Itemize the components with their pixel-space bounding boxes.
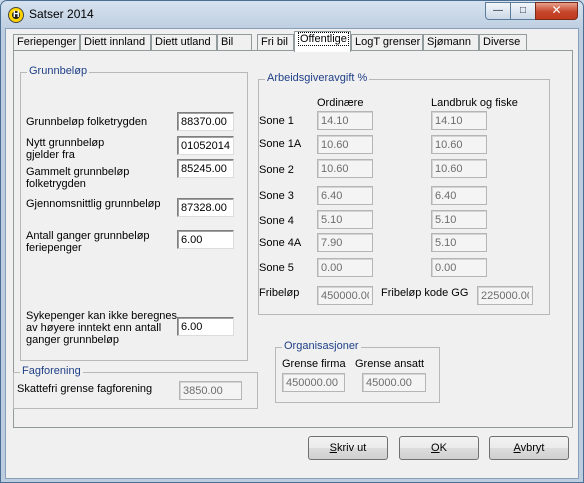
landbruk-column-header: Landbruk og fiske bbox=[431, 97, 518, 109]
tab-feriepenger[interactable]: Feriepenger bbox=[13, 34, 80, 51]
tab-label: Offentlige bbox=[298, 32, 349, 46]
fribelop-field bbox=[317, 286, 373, 305]
sone-5-landbruk-field bbox=[431, 258, 487, 277]
maximize-button[interactable]: □ bbox=[510, 2, 536, 20]
avbryt-button[interactable]: Avbryt bbox=[489, 436, 569, 460]
tab-label: Diett utland bbox=[155, 36, 211, 48]
gammelt-grunnbelop-field[interactable] bbox=[177, 159, 234, 178]
dialog-client-area: Feriepenger Diett innland Diett utland B… bbox=[5, 28, 579, 479]
sykepenger-field[interactable] bbox=[177, 317, 234, 336]
sone-5-ordinaere-field bbox=[317, 258, 373, 277]
antall-ganger-feriepenger-label: Antall ganger grunnbeløp feriepenger bbox=[26, 230, 150, 254]
sone-3-landbruk-field bbox=[431, 186, 487, 205]
nytt-grunnbelop-field[interactable] bbox=[177, 136, 234, 155]
app-window: H Satser 2014 — □ ✕ Feriepenger Diett in… bbox=[0, 0, 584, 483]
arbeidsgiveravgift-group: Arbeidsgiveravgift % Ordinære Landbruk o… bbox=[258, 72, 550, 315]
grunnbelop-group-title: Grunnbeløp bbox=[27, 65, 90, 77]
close-button[interactable]: ✕ bbox=[535, 2, 578, 20]
tab-label: Diverse bbox=[483, 36, 521, 48]
fagforening-group: Fagforening Skattefri grense fagforening bbox=[13, 365, 258, 409]
ok-label: K bbox=[439, 442, 447, 454]
tab-label: Bil bbox=[221, 36, 234, 48]
antall-ganger-feriepenger-field[interactable] bbox=[177, 230, 234, 249]
close-icon: ✕ bbox=[551, 3, 562, 17]
sone-2-label: Sone 2 bbox=[259, 164, 294, 176]
tab-strip: Feriepenger Diett innland Diett utland B… bbox=[13, 31, 573, 52]
fribelop-gg-field bbox=[477, 286, 533, 305]
ok-button[interactable]: OK bbox=[399, 436, 479, 460]
maximize-icon: □ bbox=[519, 5, 527, 16]
sone-1a-ordinaere-field bbox=[317, 135, 373, 154]
fagforening-group-title: Fagforening bbox=[20, 365, 83, 377]
tab-label: Diett innland bbox=[84, 36, 146, 48]
ordinaere-column-header: Ordinære bbox=[317, 97, 364, 109]
tab-diett-innland[interactable]: Diett innland bbox=[80, 34, 151, 51]
grunnbelop-group: Grunnbeløp Grunnbeløp folketrygden Nytt … bbox=[20, 65, 248, 361]
ok-accesskey: O bbox=[431, 442, 440, 454]
nytt-grunnbelop-label: Nytt grunnbeløp gjelder fra bbox=[26, 137, 105, 161]
skriv-ut-accesskey: S bbox=[329, 442, 337, 454]
tab-offentlige[interactable]: Offentlige bbox=[294, 31, 351, 52]
grense-ansatt-label: Grense ansatt bbox=[355, 358, 425, 370]
sone-4a-label: Sone 4A bbox=[259, 237, 302, 249]
title-bar[interactable]: H Satser 2014 — □ ✕ bbox=[1, 1, 583, 29]
skriv-ut-button[interactable]: Skriv ut bbox=[308, 436, 388, 460]
tab-sjomann[interactable]: Sjømann bbox=[423, 34, 479, 51]
sone-1-landbruk-field bbox=[431, 111, 487, 130]
skattefri-grense-field bbox=[179, 381, 242, 400]
grense-firma-field bbox=[282, 373, 345, 392]
arbeidsgiveravgift-group-title: Arbeidsgiveravgift % bbox=[265, 72, 370, 84]
minimize-icon: — bbox=[493, 5, 503, 16]
tab-label: Feriepenger bbox=[17, 36, 77, 48]
tab-label: Sjømann bbox=[427, 36, 472, 48]
sykepenger-label: Sykepenger kan ikke beregnes av høyere i… bbox=[26, 310, 178, 346]
avbryt-label: vbryt bbox=[520, 442, 545, 454]
sone-4a-landbruk-field bbox=[431, 233, 487, 252]
sone-3-label: Sone 3 bbox=[259, 190, 294, 202]
grunnbelop-folketrygden-field[interactable] bbox=[177, 112, 234, 131]
minimize-button[interactable]: — bbox=[485, 2, 511, 20]
sone-1a-landbruk-field bbox=[431, 135, 487, 154]
gjennomsnittlig-grunnbelop-field[interactable] bbox=[177, 198, 234, 217]
sone-4-label: Sone 4 bbox=[259, 215, 294, 227]
sone-4a-ordinaere-field bbox=[317, 233, 373, 252]
gammelt-grunnbelop-label: Gammelt grunnbeløp folketrygden bbox=[26, 166, 130, 190]
window-title: Satser 2014 bbox=[29, 7, 94, 21]
sone-1-label: Sone 1 bbox=[259, 115, 294, 127]
tab-diett-utland[interactable]: Diett utland bbox=[151, 34, 217, 51]
skattefri-grense-label: Skattefri grense fagforening bbox=[17, 383, 153, 395]
organisasjoner-group-title: Organisasjoner bbox=[282, 340, 361, 352]
organisasjoner-group: Organisasjoner Grense firma Grense ansat… bbox=[275, 340, 440, 403]
sone-3-ordinaere-field bbox=[317, 186, 373, 205]
grense-firma-label: Grense firma bbox=[282, 358, 346, 370]
sone-4-ordinaere-field bbox=[317, 210, 373, 229]
tab-label: LogT grenser bbox=[355, 36, 421, 48]
sone-2-ordinaere-field bbox=[317, 159, 373, 178]
sone-2-landbruk-field bbox=[431, 159, 487, 178]
sone-1a-label: Sone 1A bbox=[259, 138, 302, 150]
tab-bil[interactable]: Bil bbox=[217, 34, 252, 51]
tab-diverse[interactable]: Diverse bbox=[479, 34, 527, 51]
tab-logt-grenser[interactable]: LogT grenser bbox=[351, 34, 423, 51]
sone-4-landbruk-field bbox=[431, 210, 487, 229]
fribelop-label: Fribeløp bbox=[259, 287, 300, 299]
fribelop-gg-label: Fribeløp kode GG bbox=[381, 287, 469, 299]
tab-page-offentlige: Grunnbeløp Grunnbeløp folketrygden Nytt … bbox=[13, 50, 573, 428]
avbryt-accesskey: A bbox=[513, 442, 521, 454]
skriv-ut-label: kriv ut bbox=[337, 442, 367, 454]
sone-1-ordinaere-field bbox=[317, 111, 373, 130]
sone-5-label: Sone 5 bbox=[259, 262, 294, 274]
tab-fri-bil[interactable]: Fri bil bbox=[257, 34, 294, 51]
app-logo-icon: H bbox=[8, 7, 24, 23]
grense-ansatt-field bbox=[362, 373, 426, 392]
grunnbelop-folketrygden-label: Grunnbeløp folketrygden bbox=[26, 116, 148, 128]
tab-label: Fri bil bbox=[261, 36, 288, 48]
gjennomsnittlig-grunnbelop-label: Gjennomsnittlig grunnbeløp bbox=[26, 198, 161, 210]
